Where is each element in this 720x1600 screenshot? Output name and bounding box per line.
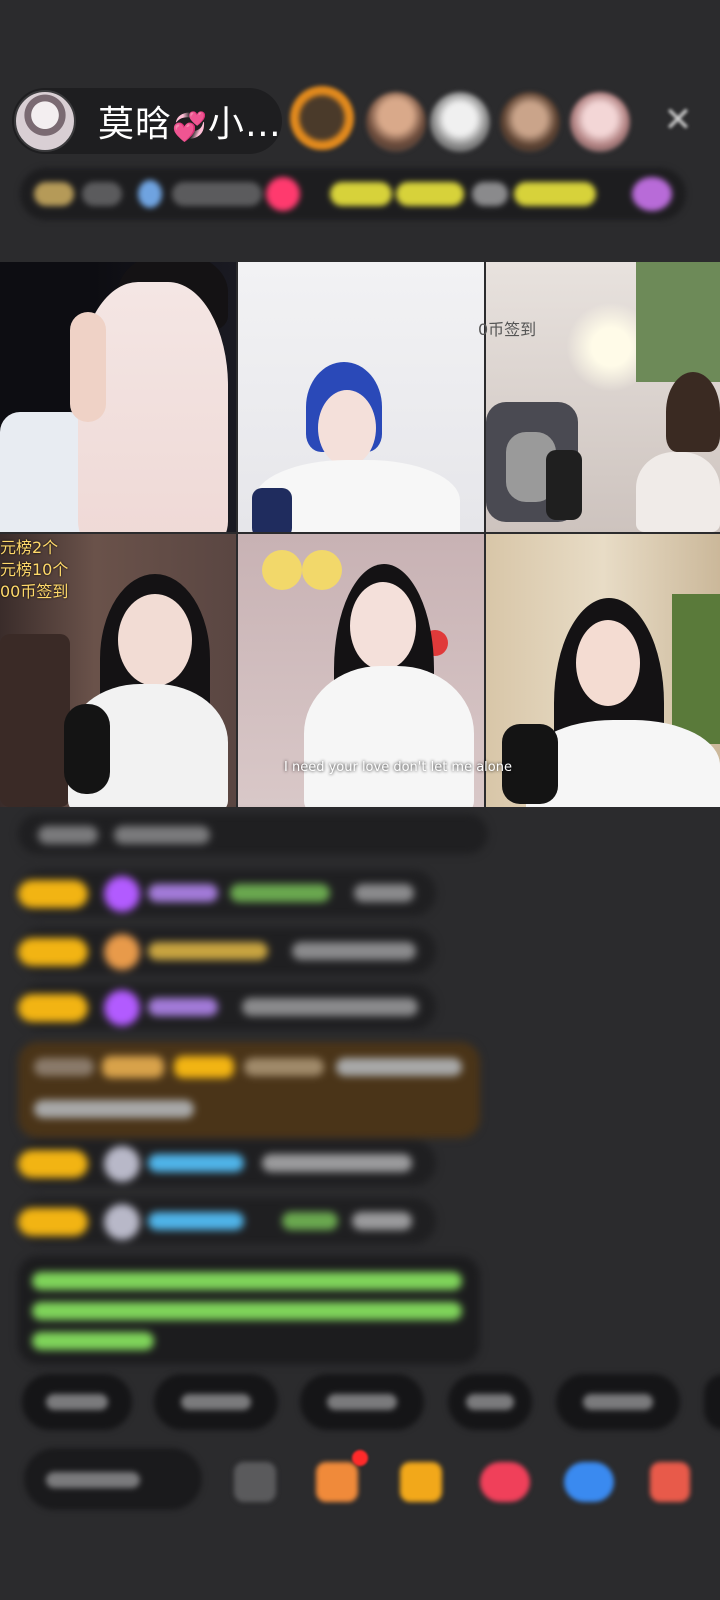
chat-system-notice [18,1256,480,1364]
host-name-tail: 小… [207,104,282,145]
chat-message [18,1198,436,1244]
quick-reply-chip-5[interactable] [556,1374,680,1430]
chat-message-highlighted [18,1042,480,1138]
room-info-bar[interactable] [20,168,686,220]
guest-video-1[interactable] [0,262,236,532]
red-packet-icon[interactable] [400,1462,442,1502]
host-name: 莫晗💞小… [98,95,282,147]
gift-box-icon[interactable] [316,1462,358,1502]
game-icon[interactable] [564,1462,614,1502]
chat-message [18,870,436,916]
notification-dot [352,1450,368,1466]
guest-video-6[interactable] [486,534,720,807]
chat-input[interactable] [24,1448,202,1510]
chat-message [18,928,436,974]
heart-icon: 💞 [172,110,208,143]
song-lyric-caption: I need your love don't let me alone [284,760,512,775]
heart-gift-icon[interactable] [480,1462,530,1502]
quick-reply-chip-3[interactable] [300,1374,424,1430]
quick-reply-chip-6[interactable] [704,1374,720,1430]
rank-overlay-line-1: 元榜2个 [0,538,59,557]
multi-guest-video-grid: 0币签到 [0,262,720,807]
host-profile-pill[interactable]: 莫晗💞小… [12,88,282,154]
host-avatar[interactable] [14,90,76,152]
chat-message [18,1140,436,1186]
emoji-icon[interactable] [234,1462,276,1502]
guest-video-2[interactable] [238,262,484,532]
close-icon[interactable]: ✕ [662,103,694,137]
viewer-avatar-5[interactable] [570,92,630,152]
rank-overlay-line-3: 00币签到 [0,582,69,601]
chat-message [18,814,488,854]
quick-reply-chip-1[interactable] [22,1374,132,1430]
more-apps-icon[interactable] [650,1462,690,1502]
guest-video-3[interactable] [486,262,720,532]
viewer-avatar-4[interactable] [500,92,560,152]
host-name-text: 莫晗 [98,104,173,145]
viewer-avatar-2[interactable] [366,92,426,152]
quick-reply-chip-2[interactable] [154,1374,278,1430]
viewer-avatar-3[interactable] [430,92,490,152]
rank-overlay-line-2: 元榜10个 [0,560,69,579]
chat-message [18,984,436,1030]
viewer-avatar-1[interactable] [290,86,354,150]
sign-in-overlay-text: 0币签到 [478,320,537,339]
quick-reply-chip-4[interactable] [448,1374,532,1430]
